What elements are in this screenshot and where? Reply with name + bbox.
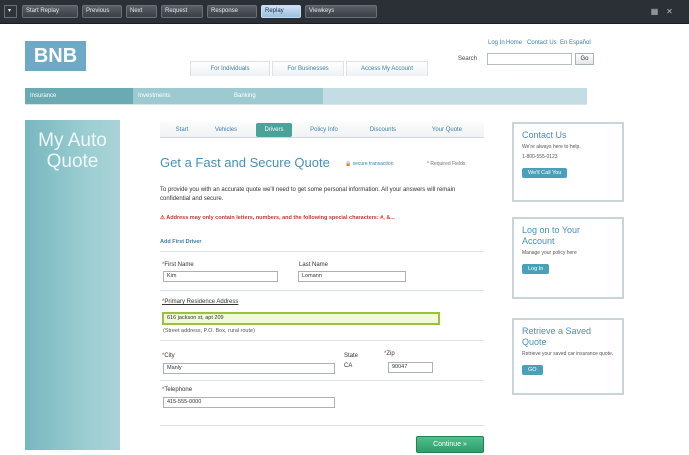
intro-text: To provide you with an accurate quote we…: [160, 187, 456, 202]
login-title: Log on to Your Account: [522, 225, 581, 246]
contact-us-box: Contact Us We're always here to help. 1-…: [512, 122, 624, 202]
well-call-you-button[interactable]: We'll Call You: [522, 168, 568, 178]
zip-input[interactable]: 90047: [388, 362, 433, 373]
category-bar: Insurance Investments Banking: [25, 88, 587, 104]
tab-drivers[interactable]: Drivers: [256, 123, 292, 137]
dropdown-arrow-icon[interactable]: ▾: [4, 5, 17, 18]
viewkeys-select[interactable]: Viewkeys: [305, 5, 377, 18]
retrieve-quote-title: Retrieve a Saved Quote: [522, 326, 592, 347]
secure-link-label: secure transaction: [352, 161, 394, 167]
telephone-label: *Telephone: [162, 387, 193, 393]
address-label-text: Primary Residence Address: [164, 299, 239, 305]
nav-tab-for-individuals[interactable]: For Individuals: [190, 61, 270, 76]
error-text: Address may only contain letters, number…: [166, 215, 395, 221]
continue-button[interactable]: Continue »: [416, 436, 484, 453]
city-label: *City: [162, 353, 175, 359]
login-text: Manage your policy here: [522, 250, 577, 256]
espanol-link[interactable]: En Español: [560, 40, 591, 46]
nav-tab-access-my-account[interactable]: Access My Account: [346, 61, 428, 76]
add-driver-heading: Add First Driver: [160, 239, 202, 245]
start-replay-button[interactable]: Start Replay: [22, 5, 78, 18]
city-label-text: City: [164, 353, 175, 359]
first-name-label: *First Name: [162, 262, 194, 268]
error-message: ⚠ Address may only contain letters, numb…: [160, 215, 395, 221]
first-name-label-text: First Name: [164, 262, 194, 268]
first-name-input[interactable]: Kim: [163, 271, 278, 282]
telephone-label-text: Telephone: [164, 387, 193, 393]
banner-title: My Auto Quote: [38, 130, 107, 172]
tab-policy-info[interactable]: Policy Info: [302, 123, 346, 137]
search-label: Search: [458, 56, 478, 62]
retrieve-go-button[interactable]: GO: [522, 365, 543, 375]
search-go-button[interactable]: Go: [575, 53, 594, 65]
page-title: Get a Fast and Secure Quote: [160, 155, 330, 170]
tab-discounts[interactable]: Discounts: [358, 123, 408, 137]
replay-button[interactable]: Replay: [261, 5, 301, 18]
tab-vehicles[interactable]: Vehicles: [206, 123, 246, 137]
required-fields-note: * Required Fields: [427, 161, 466, 167]
contact-us-link[interactable]: Contact Us: [527, 40, 557, 46]
grid-icon[interactable]: ▦: [649, 6, 660, 17]
last-name-label: Last Name: [299, 262, 329, 268]
tab-investments[interactable]: Investments: [133, 88, 229, 104]
divider: [160, 340, 484, 341]
state-label: State: [344, 353, 359, 359]
request-button[interactable]: Request: [161, 5, 203, 18]
retrieve-quote-text: Retrieve your saved car insurance quote.: [522, 351, 614, 357]
tab-start[interactable]: Start: [168, 123, 196, 137]
divider: [160, 425, 484, 426]
zip-label-text: Zip: [386, 351, 395, 357]
contact-phone: 1-800-555-0123: [522, 154, 558, 160]
search-input[interactable]: [487, 53, 572, 65]
tab-your-quote[interactable]: Your Quote: [420, 123, 474, 137]
telephone-input[interactable]: 415-555-0000: [163, 397, 335, 408]
replay-toolbar: ▾ Start Replay Previous Next Request Res…: [0, 0, 689, 24]
address-hint: (Street address, P.O. Box, rural route): [163, 328, 255, 334]
city-input[interactable]: Manly: [163, 363, 335, 374]
address-label: *Primary Residence Address: [162, 299, 239, 305]
address-input[interactable]: 616 jackson st, apt 209: [162, 312, 440, 325]
next-button[interactable]: Next: [126, 5, 157, 18]
close-icon[interactable]: ✕: [664, 6, 675, 17]
home-link[interactable]: Home: [506, 40, 522, 46]
divider: [160, 290, 484, 291]
secure-transaction-link[interactable]: 🔒 secure transaction: [345, 161, 393, 167]
divider: [160, 251, 484, 252]
contact-us-text: We're always here to help.: [522, 144, 581, 150]
state-value[interactable]: CA: [344, 363, 352, 369]
tab-banking[interactable]: Banking: [229, 88, 323, 104]
zip-label: *Zip: [384, 351, 395, 357]
my-auto-quote-banner: My Auto Quote: [25, 120, 120, 450]
login-box: Log on to Your Account Manage your polic…: [512, 217, 624, 299]
nav-tab-for-businesses[interactable]: For Businesses: [272, 61, 344, 76]
divider: [25, 104, 587, 105]
login-link[interactable]: Log In: [488, 40, 505, 46]
response-button[interactable]: Response: [207, 5, 257, 18]
bnb-logo[interactable]: BNB: [25, 41, 86, 71]
last-name-input[interactable]: Lomann: [298, 271, 406, 282]
retrieve-quote-box: Retrieve a Saved Quote Retrieve your sav…: [512, 318, 624, 395]
login-button[interactable]: Log In: [522, 264, 550, 274]
divider: [160, 380, 484, 381]
tab-insurance[interactable]: Insurance: [25, 88, 133, 104]
contact-us-title: Contact Us: [522, 130, 567, 140]
previous-button[interactable]: Previous: [82, 5, 122, 18]
